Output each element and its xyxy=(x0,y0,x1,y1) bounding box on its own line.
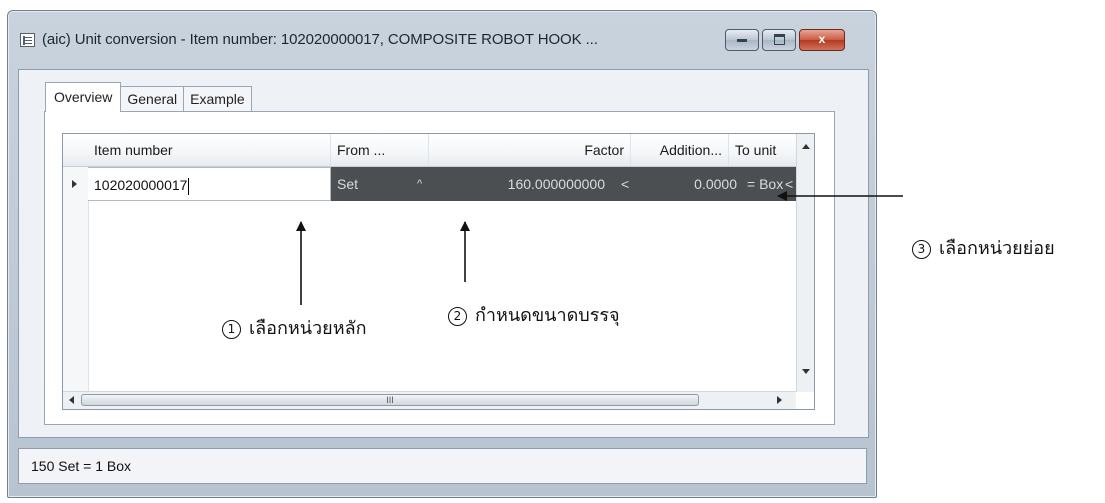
close-button[interactable]: x xyxy=(799,29,845,51)
current-row-arrow-icon xyxy=(72,180,77,188)
selected-row-highlight: Set ^ 160.000000000 < 0.0000 = Box < xyxy=(331,167,796,201)
scroll-down-icon[interactable] xyxy=(802,369,810,374)
text-caret xyxy=(188,177,190,195)
annotation-select-main-unit: 1 เลือกหน่วยหลัก xyxy=(222,313,367,342)
minimize-button[interactable] xyxy=(725,29,759,51)
to-unit-dropdown-icon[interactable]: < xyxy=(785,167,795,201)
tab-general[interactable]: General xyxy=(120,86,185,112)
vertical-scrollbar[interactable] xyxy=(796,134,814,392)
scroll-right-icon[interactable] xyxy=(777,396,782,404)
status-text: 150 Set = 1 Box xyxy=(31,458,132,474)
column-header-addition[interactable]: Addition... xyxy=(631,134,729,166)
title-bar[interactable]: (aic) Unit conversion - Item number: 102… xyxy=(8,11,876,69)
annotation-select-sub-unit: 3 เลือกหน่วยย่อย xyxy=(912,233,1055,262)
item-number-value: 102020000017 xyxy=(94,177,188,193)
status-bar: 150 Set = 1 Box xyxy=(18,448,867,484)
step-3-badge: 3 xyxy=(912,239,931,259)
row-selector-column xyxy=(63,134,89,409)
table-row[interactable]: 102020000017 Set ^ 160.000000000 < 0.000… xyxy=(88,167,796,201)
step-2-badge: 2 xyxy=(448,306,467,326)
tab-strip: Overview General Example xyxy=(45,82,252,112)
maximize-icon xyxy=(773,34,785,45)
annotation-set-pack-size: 2 กำหนดขนาดบรรจุ xyxy=(448,300,620,329)
overview-panel: Item number From ... Factor Addition... … xyxy=(44,111,835,425)
addition-value[interactable]: 0.0000 xyxy=(649,167,737,201)
close-icon: x xyxy=(818,32,826,46)
annotation-2-text: กำหนดขนาดบรรจุ xyxy=(475,305,620,326)
step-1-badge: 1 xyxy=(222,319,241,339)
grid-header: Item number From ... Factor Addition... … xyxy=(63,134,796,167)
scroll-left-icon[interactable] xyxy=(69,396,74,404)
column-header-factor[interactable]: Factor xyxy=(429,134,631,166)
annotation-3-text: เลือกหน่วยย่อย xyxy=(939,238,1055,259)
scroll-up-icon[interactable] xyxy=(802,144,810,149)
from-unit-value[interactable]: Set xyxy=(337,167,397,201)
factor-value[interactable]: 160.000000000 xyxy=(455,167,605,201)
conversion-grid: Item number From ... Factor Addition... … xyxy=(62,133,815,410)
minimize-icon xyxy=(737,39,747,42)
column-header-from-unit[interactable]: From ... xyxy=(331,134,429,166)
column-header-to-unit[interactable]: To unit xyxy=(729,134,796,166)
column-header-item-number[interactable]: Item number xyxy=(88,134,331,166)
scroll-thumb[interactable]: III xyxy=(81,394,699,406)
form-icon xyxy=(20,33,35,47)
tab-overview[interactable]: Overview xyxy=(45,82,122,112)
unit-conversion-window: (aic) Unit conversion - Item number: 102… xyxy=(7,10,877,498)
item-number-input[interactable]: 102020000017 xyxy=(88,167,331,201)
factor-spin-icon: < xyxy=(621,176,630,192)
tab-example[interactable]: Example xyxy=(183,86,252,112)
form-body: Overview General Example Item number Fro… xyxy=(18,69,869,438)
maximize-button[interactable] xyxy=(762,29,796,51)
window-title: (aic) Unit conversion - Item number: 102… xyxy=(42,31,598,48)
annotation-1-text: เลือกหน่วยหลัก xyxy=(249,318,367,339)
from-unit-dropdown-icon[interactable]: ^ xyxy=(417,167,431,201)
horizontal-scrollbar[interactable]: III xyxy=(63,391,796,409)
